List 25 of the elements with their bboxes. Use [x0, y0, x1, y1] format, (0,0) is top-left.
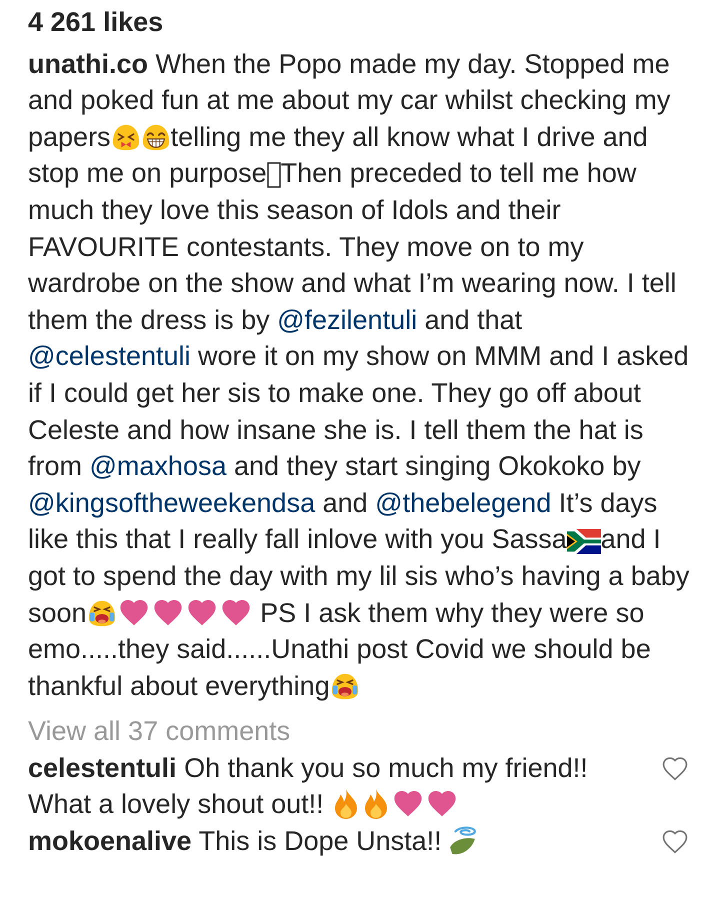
username-link[interactable]: celestentuli: [28, 752, 177, 783]
mention-link[interactable]: @celestentuli: [28, 341, 190, 372]
fire-icon: [365, 789, 388, 820]
heart-icon: [152, 600, 183, 626]
leaf-wind-icon: [449, 826, 478, 856]
mention-link[interactable]: @kingsoftheweekendsa: [28, 488, 316, 518]
flag-icon: [566, 529, 601, 554]
missing-glyph-icon: [266, 162, 281, 188]
caption-text: unathi.co When the Popo made my day. Stopped me and poked fun at me about my car whilst checking my papers telling me they all know what I drive and stop me on purpose Then preceded to tell me how much they love this season of Idols and their FAVOURITE contestants. They move on to my wardrobe on the show and what I’m wearing now. I tell them the dress is by @fezilentuli and that @celestentuli wore it on my show on MMM and I asked if I could get her sis to make one. They go off about Celeste and how insane she is. I tell them the hat is from @maxhosa and they start singing Okokoko by @kingsoftheweekendsa and @thebelegend It’s days like this that I really fall inlove with you Sassa and I got to spend the day with my lil sis who’s having a baby soon PS I ask them why they were so emo.....they said......Unathi post Covid we should be thankful about everything: [28, 48, 690, 703]
username-link[interactable]: mokoenalive: [28, 826, 192, 856]
heart-icon: [220, 600, 251, 626]
heart-icon: [118, 600, 149, 626]
heart-icon: [427, 791, 458, 818]
mention-link[interactable]: @maxhosa: [90, 451, 226, 482]
likes-count[interactable]: 4 261 likes: [28, 4, 164, 41]
heart-icon: [186, 600, 217, 626]
mention-link[interactable]: @fezilentuli: [277, 304, 418, 335]
comment-text: mokoenalive This is Dope Unsta!!: [28, 823, 642, 860]
like-heart-icon[interactable]: [662, 756, 688, 781]
heart-icon: [393, 791, 424, 818]
username-link[interactable]: unathi.co: [28, 48, 148, 79]
comment-text: celestentuli Oh thank you so much my friend!! What a lovely shout out!!: [28, 752, 589, 822]
like-heart-icon[interactable]: [662, 830, 688, 854]
mention-link[interactable]: @thebelegend: [375, 488, 552, 518]
fire-icon: [335, 789, 358, 820]
